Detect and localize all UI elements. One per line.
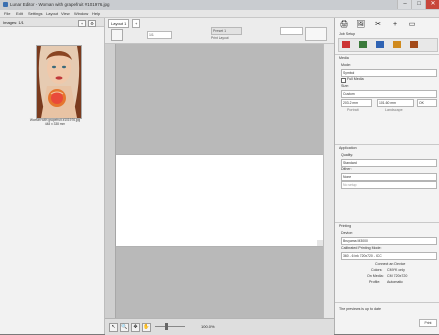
settings-panel: 🖨 🖼 ✂ + ▭ Job Setup Media Mode: Symbol F… [334, 18, 439, 334]
gear-icon[interactable]: ⚙ [88, 19, 96, 27]
landscape-option[interactable]: Landscape [385, 108, 403, 112]
menu-bar: File Edit Settings Layout View Window He… [0, 10, 439, 18]
add-tab-button[interactable]: + [132, 19, 141, 28]
quality-select[interactable]: Standard [341, 159, 437, 167]
thumbnail-size: 448 x 338 mm [44, 122, 66, 126]
preview-box[interactable] [305, 27, 327, 41]
colors-label: Colors: [371, 268, 383, 272]
images-count: Images: 1/1 [3, 20, 24, 25]
bottom-toolbar: ↖ 🔍 ✥ ✋ 100.0% [105, 318, 334, 335]
media-tab-icon[interactable] [342, 41, 350, 48]
images-panel-header: Images: 1/1 + ⚙ [0, 18, 104, 27]
profile-label: Profile: [369, 280, 381, 284]
window-title: Lunar Editor - Woman with grapefruit #10… [10, 2, 110, 7]
zoom-slider[interactable] [155, 326, 185, 327]
calibration-label: Calibrated Printing Mode: [341, 246, 382, 250]
minimize-button[interactable]: – [397, 0, 412, 9]
media-title: Media [339, 56, 349, 60]
menu-help[interactable]: Help [92, 11, 100, 16]
width-field[interactable]: 203.2 mm [341, 99, 372, 107]
vertical-scrollbar[interactable] [323, 44, 334, 318]
preset-select[interactable]: Preset 1 [211, 27, 242, 35]
menu-view[interactable]: View [61, 11, 70, 16]
image-icon[interactable]: 🖼 [356, 20, 366, 30]
menu-settings[interactable]: Settings [28, 11, 42, 16]
menu-file[interactable]: File [4, 11, 10, 16]
pointer-tool-icon[interactable]: ↖ [109, 323, 118, 332]
portrait-option[interactable]: Portrait [347, 108, 359, 112]
title-bar: Lunar Editor - Woman with grapefruit #10… [0, 0, 439, 10]
section-divider [335, 302, 439, 303]
height-field[interactable]: 101.60 mm [377, 99, 414, 107]
layout-icon[interactable] [111, 29, 123, 41]
dither-select[interactable]: None [341, 173, 437, 181]
on-media-label: On Media: [367, 274, 384, 278]
mode-label: Mode: [341, 63, 351, 67]
finishing-tab-icon[interactable] [410, 41, 418, 48]
profile-value: Automatic [387, 280, 403, 284]
move-tool-icon[interactable]: ✥ [131, 323, 140, 332]
size-select[interactable]: Custom [341, 90, 437, 98]
vertical-ruler [105, 44, 116, 318]
close-button[interactable]: ✕ [425, 0, 439, 9]
add-icon[interactable]: + [390, 20, 400, 30]
zoom-value: 100.0% [201, 324, 215, 329]
preview-status: The previews is up to date [339, 307, 381, 311]
app-icon [3, 2, 8, 7]
zoom-field[interactable]: 1/1 [147, 31, 172, 39]
images-panel: Images: 1/1 + ⚙ Woman with grapefruit #1… [0, 18, 105, 334]
print-button[interactable]: Print [419, 319, 437, 327]
print-sheet[interactable] [116, 155, 323, 246]
add-image-button[interactable]: + [78, 19, 86, 27]
print-layout-label: Print Layout [211, 36, 229, 40]
full-media-checkbox[interactable] [341, 78, 346, 83]
color-tab-icon[interactable] [376, 41, 384, 48]
zoom-tool-icon[interactable]: 🔍 [120, 323, 129, 332]
pen-tab-icon[interactable] [359, 41, 367, 48]
layout-tab-icon[interactable] [393, 41, 401, 48]
mode-select[interactable]: Symbol [341, 69, 437, 77]
maximize-button[interactable]: □ [411, 0, 426, 9]
dither-label: Dither: [341, 167, 352, 171]
tab-layout-1[interactable]: Layout 1 [108, 19, 130, 28]
menu-layout[interactable]: Layout [46, 11, 58, 16]
image-thumbnail[interactable] [36, 45, 82, 119]
size-label: Size: [341, 84, 349, 88]
hand-tool-icon[interactable]: ✋ [142, 323, 151, 332]
job-setup-label: Job Setup [339, 32, 356, 36]
section-divider [335, 144, 439, 145]
menu-window[interactable]: Window [74, 11, 88, 16]
zoom-slider-handle[interactable] [165, 323, 168, 330]
setup-field[interactable]: No setup [341, 181, 437, 189]
frame-icon[interactable]: ▭ [407, 20, 417, 30]
option-select[interactable] [280, 27, 303, 35]
quality-label: Quality: [341, 153, 354, 157]
connect-device-label: Connect an Device [375, 262, 406, 266]
ok-button[interactable]: OK [417, 99, 437, 107]
printing-title: Printing [339, 224, 352, 228]
layout-toolbar: Layout 1 + 1/1 Preset 1 Print Layout [105, 18, 334, 44]
menu-edit[interactable]: Edit [16, 11, 23, 16]
application-title: Application [339, 146, 357, 150]
printer-icon[interactable]: 🖨 [339, 20, 349, 30]
job-setup-tabs [338, 38, 438, 52]
colors-value: CMYK only [387, 268, 405, 272]
full-media-label: Full Media [347, 77, 364, 81]
section-divider [335, 54, 439, 55]
calibration-select[interactable]: 360 - 6 ink 720x720 - ICC [341, 252, 437, 260]
crop-icon[interactable]: ✂ [373, 20, 383, 30]
section-divider [335, 222, 439, 223]
device-select[interactable]: Bruyama M3000 [341, 237, 437, 245]
on-media-value: CM 720x720 [387, 274, 408, 278]
device-label: Device: [341, 231, 353, 235]
